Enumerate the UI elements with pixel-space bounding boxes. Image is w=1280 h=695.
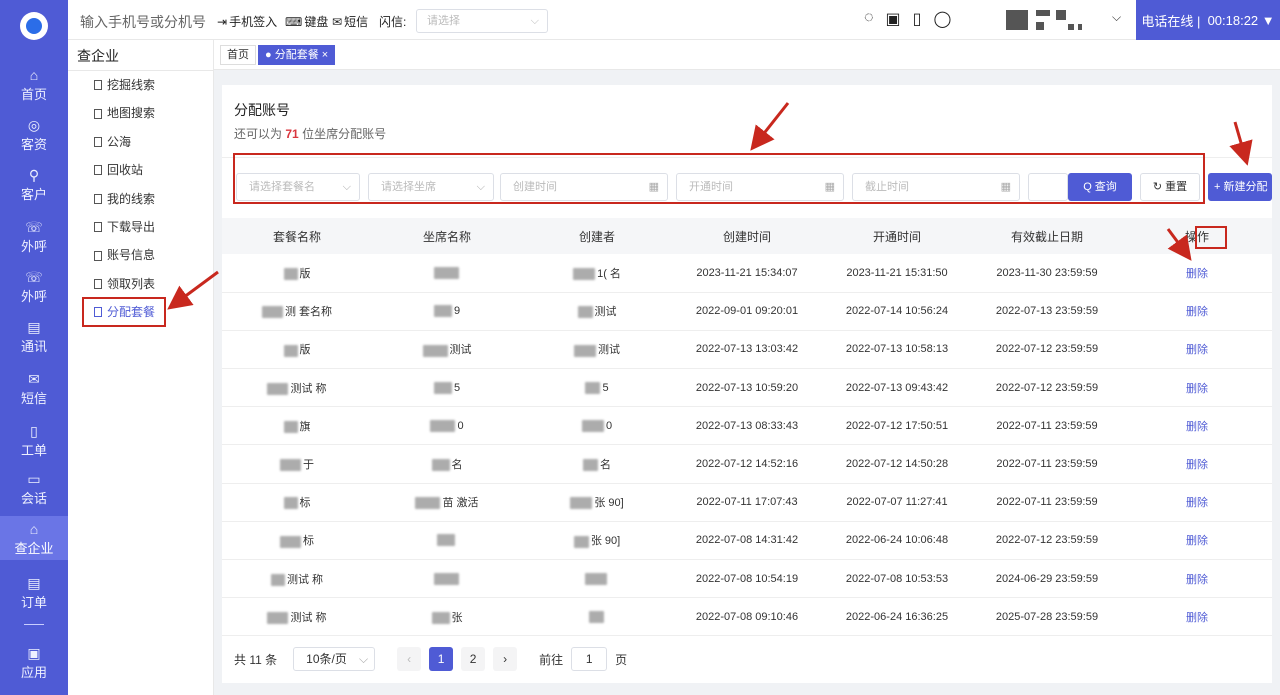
arrow-to-filters	[750, 102, 790, 151]
arrow-to-sidebar-item	[167, 270, 219, 310]
arrow-to-delete	[1166, 228, 1192, 261]
arrow-to-new-button	[1229, 121, 1253, 166]
annotation-arrows	[167, 102, 1253, 310]
